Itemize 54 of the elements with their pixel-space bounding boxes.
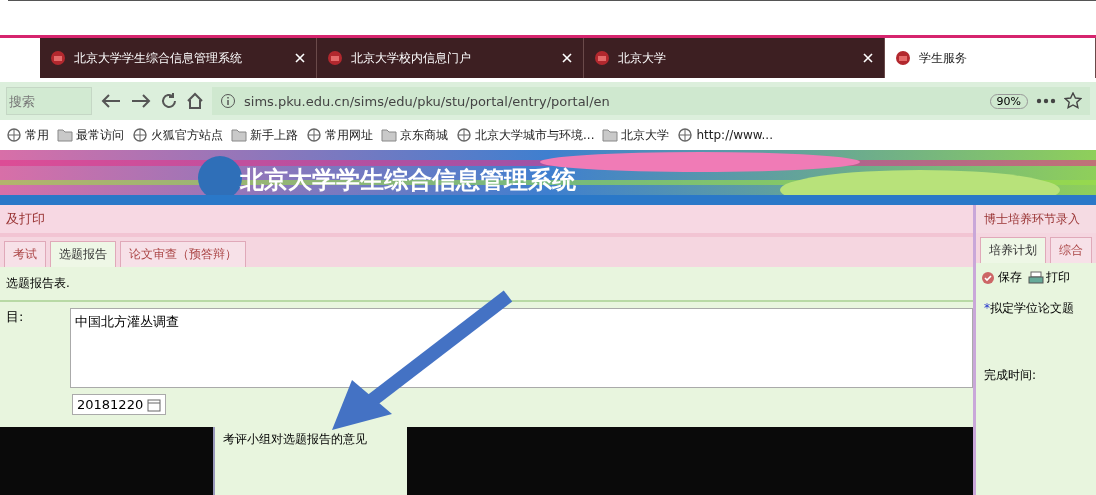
printer-icon [1028, 270, 1044, 285]
globe-icon [6, 128, 22, 142]
save-button[interactable]: 保存 [980, 269, 1022, 286]
university-logo-icon [895, 50, 911, 66]
search-field[interactable]: 搜索 [6, 87, 92, 115]
back-icon[interactable] [100, 92, 122, 110]
folder-icon [602, 128, 619, 142]
folder-icon [231, 128, 247, 142]
topic-field[interactable]: 中国北方灌丛调查 [70, 308, 973, 388]
globe-icon [306, 128, 322, 142]
print-button[interactable]: 打印 [1028, 269, 1070, 286]
panel-tab[interactable]: 选题报告 [50, 241, 116, 267]
home-icon[interactable] [186, 92, 204, 110]
globe-icon [677, 128, 694, 142]
reload-icon[interactable] [160, 92, 178, 110]
bookmark-item[interactable]: 火狐官方站点 [132, 126, 223, 144]
field-label: *拟定学位论文题 [984, 300, 1075, 317]
panel-tab[interactable]: 考试 [4, 241, 46, 267]
bookmark-item[interactable]: 北京大学 [602, 126, 670, 144]
close-icon[interactable] [560, 52, 573, 64]
close-icon[interactable] [293, 52, 306, 64]
browser-tab[interactable]: 北京大学校内信息门户 [316, 38, 584, 78]
bookmark-item[interactable]: 常用网址 [306, 126, 373, 144]
field-label: 目: [6, 308, 25, 326]
browser-tab[interactable]: 北京大学学生综合信息管理系统 [40, 38, 317, 78]
university-logo-icon [326, 50, 343, 66]
close-icon[interactable] [862, 52, 874, 64]
more-icon[interactable] [1036, 98, 1056, 104]
university-logo-icon [50, 50, 66, 66]
system-title: 北京大学学生综合信息管理系统 [240, 165, 576, 196]
bookmark-item[interactable]: http://www... [677, 128, 773, 142]
bookmark-item[interactable]: 京东商城 [381, 126, 448, 144]
bookmark-item[interactable]: 北京大学城市与环境... [456, 126, 595, 144]
bookmark-item[interactable]: 最常访问 [57, 126, 124, 144]
bookmark-item[interactable]: 常用 [6, 126, 49, 144]
panel-title: 及打印 [0, 205, 973, 237]
calendar-icon[interactable] [147, 397, 162, 412]
forward-icon[interactable] [130, 92, 152, 110]
panel-tab[interactable]: 培养计划 [980, 237, 1046, 263]
address-bar[interactable]: sims.pku.edu.cn/sims/edu/pku/stu/portal/entry/portal/en 90% [212, 87, 1090, 115]
folder-icon [381, 128, 397, 142]
globe-icon [132, 128, 148, 142]
field-label: 完成时间: [984, 367, 1038, 384]
star-icon[interactable] [1064, 92, 1082, 110]
globe-icon [456, 128, 472, 142]
date-field[interactable]: 20181220 [72, 394, 167, 415]
panel-tab[interactable]: 论文审查（预答辩） [120, 241, 246, 267]
panel-tab[interactable]: 综合 [1050, 237, 1092, 263]
bookmark-item[interactable]: 新手上路 [231, 126, 298, 144]
panel-title: 博士培养环节录入 [976, 205, 1096, 233]
folder-icon [57, 128, 73, 142]
form-caption: 选题报告表. [0, 267, 973, 302]
info-icon [220, 93, 236, 109]
university-logo-icon [593, 50, 610, 66]
